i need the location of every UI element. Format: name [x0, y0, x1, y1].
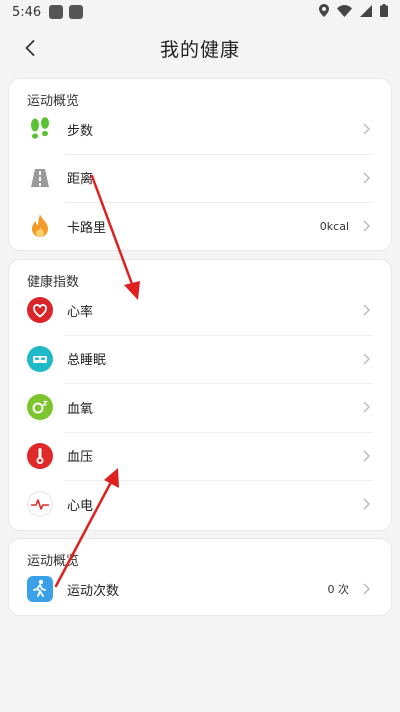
location-icon — [319, 4, 329, 17]
bed-icon — [27, 345, 53, 372]
list-item-exercise-count[interactable]: 运动次数 0 次 — [9, 565, 391, 614]
chevron-right-icon — [363, 122, 373, 136]
page-title: 我的健康 — [159, 38, 240, 61]
status-bar: 5:46 — [0, 0, 400, 24]
notification-icon — [69, 5, 84, 19]
exercise-count-card: 运动概览 运动次数 0 次 — [8, 538, 392, 616]
flame-icon — [27, 213, 53, 239]
wifi-icon — [337, 4, 352, 17]
road-icon — [27, 165, 53, 191]
heart-icon — [27, 297, 53, 324]
list-item-steps[interactable]: 步数 — [9, 105, 391, 154]
exercise-count-value: 0 次 — [327, 583, 350, 597]
signal-icon — [360, 4, 372, 17]
ecg-label: 心电 — [67, 498, 94, 514]
list-item-calories[interactable]: 卡路里 0kcal — [9, 202, 391, 251]
list-item-sleep[interactable]: 总睡眠 — [9, 334, 391, 384]
health-index-card: 健康指数 心率 总睡眠 血氧 血压 心电 — [8, 259, 392, 531]
ecg-icon — [27, 491, 53, 518]
exercise-overview-card: 运动概览 步数 距离 卡路里 0kcal — [8, 78, 392, 251]
chevron-right-icon — [363, 219, 373, 233]
sleep-label: 总睡眠 — [67, 353, 107, 369]
exercise-count-label: 运动次数 — [67, 583, 120, 599]
thermometer-icon — [27, 442, 53, 469]
back-button[interactable] — [18, 36, 42, 60]
notification-icon — [49, 5, 64, 19]
blood-pressure-label: 血压 — [67, 450, 94, 466]
section-title: 运动概览 — [27, 554, 80, 569]
status-icons — [319, 4, 388, 17]
list-item-distance[interactable]: 距离 — [9, 153, 391, 203]
chevron-right-icon — [363, 449, 373, 463]
o2-icon — [27, 394, 53, 421]
calories-value: 0kcal — [319, 219, 349, 233]
blood-oxygen-label: 血氧 — [67, 401, 94, 417]
app-bar: 我的健康 — [0, 24, 400, 72]
chevron-right-icon — [363, 303, 373, 317]
list-item-heart-rate[interactable]: 心率 — [9, 286, 391, 335]
heart-rate-label: 心率 — [67, 304, 94, 320]
list-item-ecg[interactable]: 心电 — [9, 480, 391, 529]
chevron-right-icon — [363, 582, 373, 596]
chevron-left-icon — [25, 40, 35, 56]
footprints-icon — [27, 116, 53, 142]
battery-icon — [380, 4, 388, 17]
section-title: 健康指数 — [27, 275, 80, 290]
list-item-blood-oxygen[interactable]: 血氧 — [9, 383, 391, 432]
section-title: 运动概览 — [27, 94, 80, 109]
chevron-right-icon — [363, 400, 373, 414]
chevron-right-icon — [363, 352, 373, 366]
runner-icon — [27, 576, 53, 603]
steps-label: 步数 — [67, 123, 94, 139]
chevron-right-icon — [363, 171, 373, 185]
distance-label: 距离 — [67, 172, 94, 188]
status-time: 5:46 — [12, 4, 42, 20]
list-item-blood-pressure[interactable]: 血压 — [9, 431, 391, 481]
calories-label: 卡路里 — [67, 220, 107, 236]
chevron-right-icon — [363, 497, 373, 511]
